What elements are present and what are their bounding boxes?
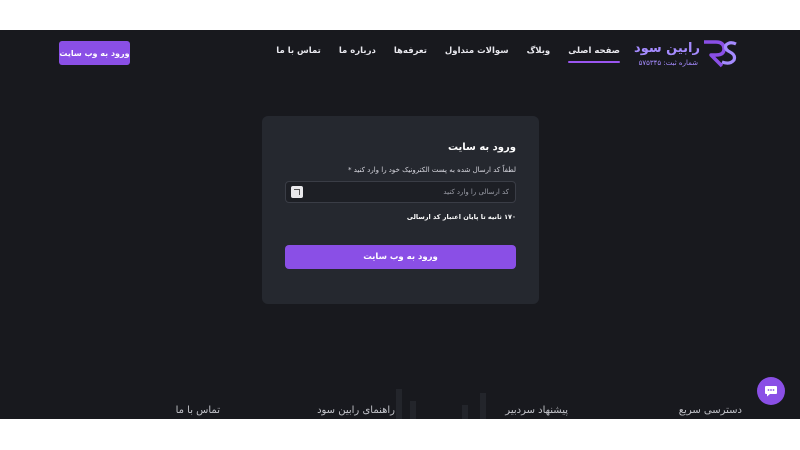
nav-item-pricing[interactable]: تعرفه‌ها	[394, 46, 427, 56]
login-title: ورود به سایت	[447, 142, 516, 153]
footer-heading-guide: راهنمای رابین سود	[317, 405, 395, 416]
main-nav: صفحه اصلی وبلاگ سوالات متداول تعرفه‌ها د…	[276, 46, 620, 63]
brand-name: رابین سود	[634, 41, 700, 56]
code-input[interactable]	[309, 184, 509, 200]
decorative-bar	[396, 389, 402, 419]
decorative-bar	[462, 405, 468, 419]
rs-monogram-icon	[704, 40, 737, 68]
code-field	[285, 181, 516, 203]
nav-item-blog[interactable]: وبلاگ	[527, 46, 551, 56]
footer-heading-editor-pick: پیشنهاد سردبیر	[505, 405, 568, 416]
page-frame: رابین سود شماره ثبت: ۵۷۵۳۴۵ صفحه اصلی وب…	[0, 30, 800, 419]
chat-button[interactable]	[757, 377, 785, 405]
decorative-bars	[380, 385, 500, 419]
submit-login-button[interactable]: ورود به وب سایت	[285, 245, 516, 269]
nav-item-contact[interactable]: تماس با ما	[276, 46, 321, 56]
footer-heading-quick-access: دسترسی سریع	[678, 405, 742, 416]
code-instruction: لطفاً کد ارسال شده به پست الکترونیک خود …	[348, 166, 516, 174]
nav-item-about[interactable]: درباره ما	[339, 46, 376, 56]
decorative-bar	[410, 401, 416, 419]
site-header: رابین سود شماره ثبت: ۵۷۵۳۴۵ صفحه اصلی وب…	[0, 30, 800, 76]
brand-registration: شماره ثبت: ۵۷۵۳۴۵	[638, 59, 698, 67]
brand-logo[interactable]: رابین سود شماره ثبت: ۵۷۵۳۴۵	[618, 36, 738, 70]
nav-item-home[interactable]: صفحه اصلی	[568, 46, 620, 63]
copy-code-icon[interactable]	[291, 186, 303, 198]
footer-heading-contact: تماس با ما	[175, 405, 220, 416]
decorative-bar	[480, 393, 486, 419]
header-login-button[interactable]: ورود به وب سایت	[59, 41, 130, 65]
chat-bubble-icon	[765, 386, 777, 397]
code-countdown: ۱۷۰ ثانیه تا پایان اعتبار کد ارسالی	[406, 213, 516, 221]
nav-item-faq[interactable]: سوالات متداول	[445, 46, 509, 56]
login-card: ورود به سایت لطفاً کد ارسال شده به پست ا…	[262, 116, 539, 304]
